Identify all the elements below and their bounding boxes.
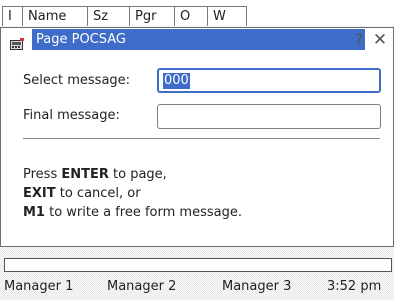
page-pocsag-dialog: Page POCSAG ? ✕ Select message: 000 Fina… [0, 27, 394, 247]
help-button[interactable]: ? [351, 30, 367, 50]
column-header-pgr[interactable]: Pgr [129, 6, 175, 26]
instruction-line-m1: M1 to write a free form message. [23, 205, 242, 220]
instruction-line-exit: EXIT to cancel, or [23, 186, 141, 201]
dialog-titlebar[interactable]: Page POCSAG ? ✕ [1, 28, 393, 52]
background-table-header: I Name Sz Pgr O W [0, 0, 394, 26]
instructions-text: Press ENTER to page, EXIT to cancel, or … [23, 165, 242, 222]
status-entry-box[interactable] [4, 258, 392, 272]
select-message-value: 000 [163, 73, 190, 89]
dialog-title: Page POCSAG [32, 29, 365, 50]
column-header-w[interactable]: W [207, 6, 247, 26]
column-header-name[interactable]: Name [22, 6, 88, 26]
close-button[interactable]: ✕ [371, 30, 389, 50]
taskbar-item-manager-3[interactable]: Manager 3 [222, 277, 291, 297]
select-message-label: Select message: [23, 73, 131, 88]
enter-key-label: ENTER [61, 167, 109, 182]
divider [23, 138, 380, 139]
instruction-line-enter: Press ENTER to page, [23, 167, 167, 182]
column-header-sz[interactable]: Sz [87, 6, 130, 26]
taskbar-item-manager-1[interactable]: Manager 1 [4, 277, 73, 297]
m1-key-label: M1 [23, 205, 45, 220]
select-message-input[interactable]: 000 [157, 68, 381, 93]
taskbar-clock: 3:52 pm [327, 279, 382, 294]
column-header-o[interactable]: O [174, 6, 208, 26]
column-header-i[interactable]: I [2, 6, 23, 26]
final-message-label: Final message: [23, 108, 120, 123]
pager-icon [10, 35, 24, 50]
taskbar: Manager 1 Manager 2 Manager 3 3:52 pm [0, 277, 394, 297]
exit-key-label: EXIT [23, 186, 56, 201]
final-message-input[interactable] [157, 104, 381, 129]
taskbar-item-manager-2[interactable]: Manager 2 [107, 277, 176, 297]
